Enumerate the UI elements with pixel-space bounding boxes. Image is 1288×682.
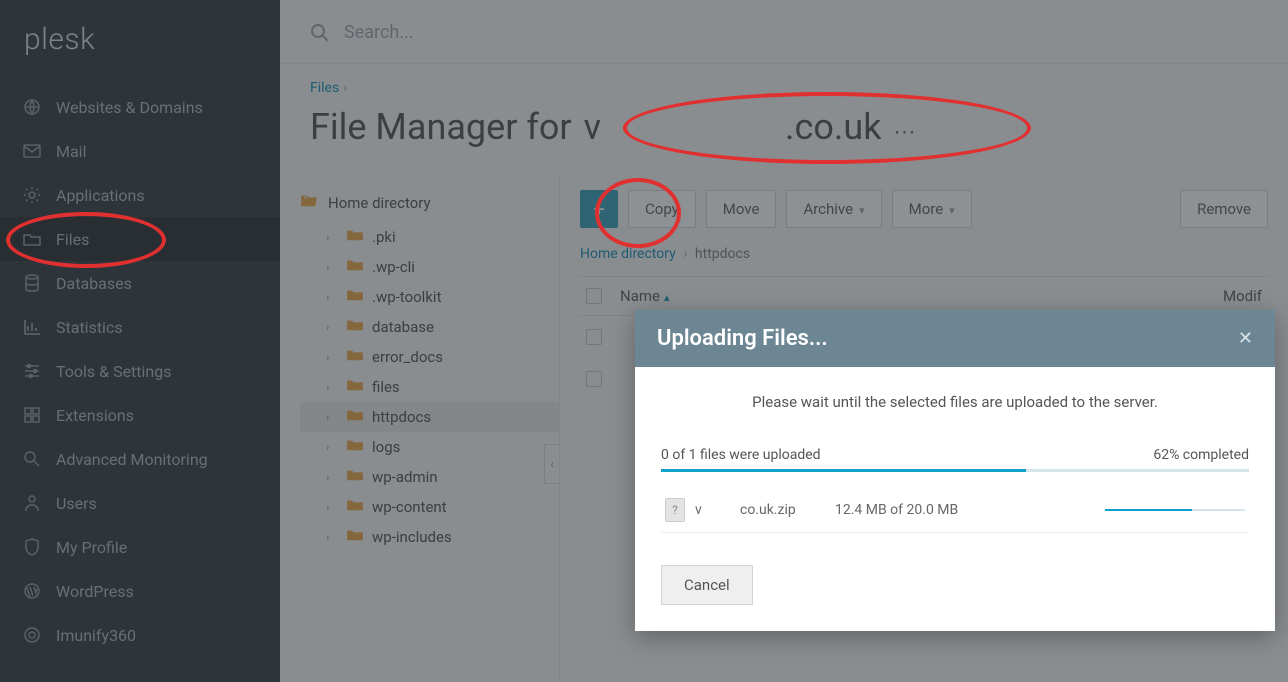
- close-icon[interactable]: ✕: [1238, 328, 1253, 349]
- overall-progress: [661, 469, 1249, 472]
- upload-percent: 62% completed: [1153, 447, 1249, 463]
- modal-header: Uploading Files... ✕: [635, 310, 1275, 367]
- file-progress: [1105, 509, 1245, 511]
- upload-file-row: ? v co.uk.zip 12.4 MB of 20.0 MB: [661, 488, 1249, 533]
- upload-count: 0 of 1 files were uploaded: [661, 447, 821, 463]
- file-icon: ?: [665, 498, 685, 522]
- upload-modal: Uploading Files... ✕ Please wait until t…: [635, 310, 1275, 631]
- file-name-left: v co.uk.zip: [695, 502, 825, 518]
- modal-message: Please wait until the selected files are…: [661, 393, 1249, 411]
- cancel-button[interactable]: Cancel: [661, 565, 753, 605]
- modal-title: Uploading Files...: [657, 326, 828, 351]
- file-size: 12.4 MB of 20.0 MB: [835, 502, 1035, 518]
